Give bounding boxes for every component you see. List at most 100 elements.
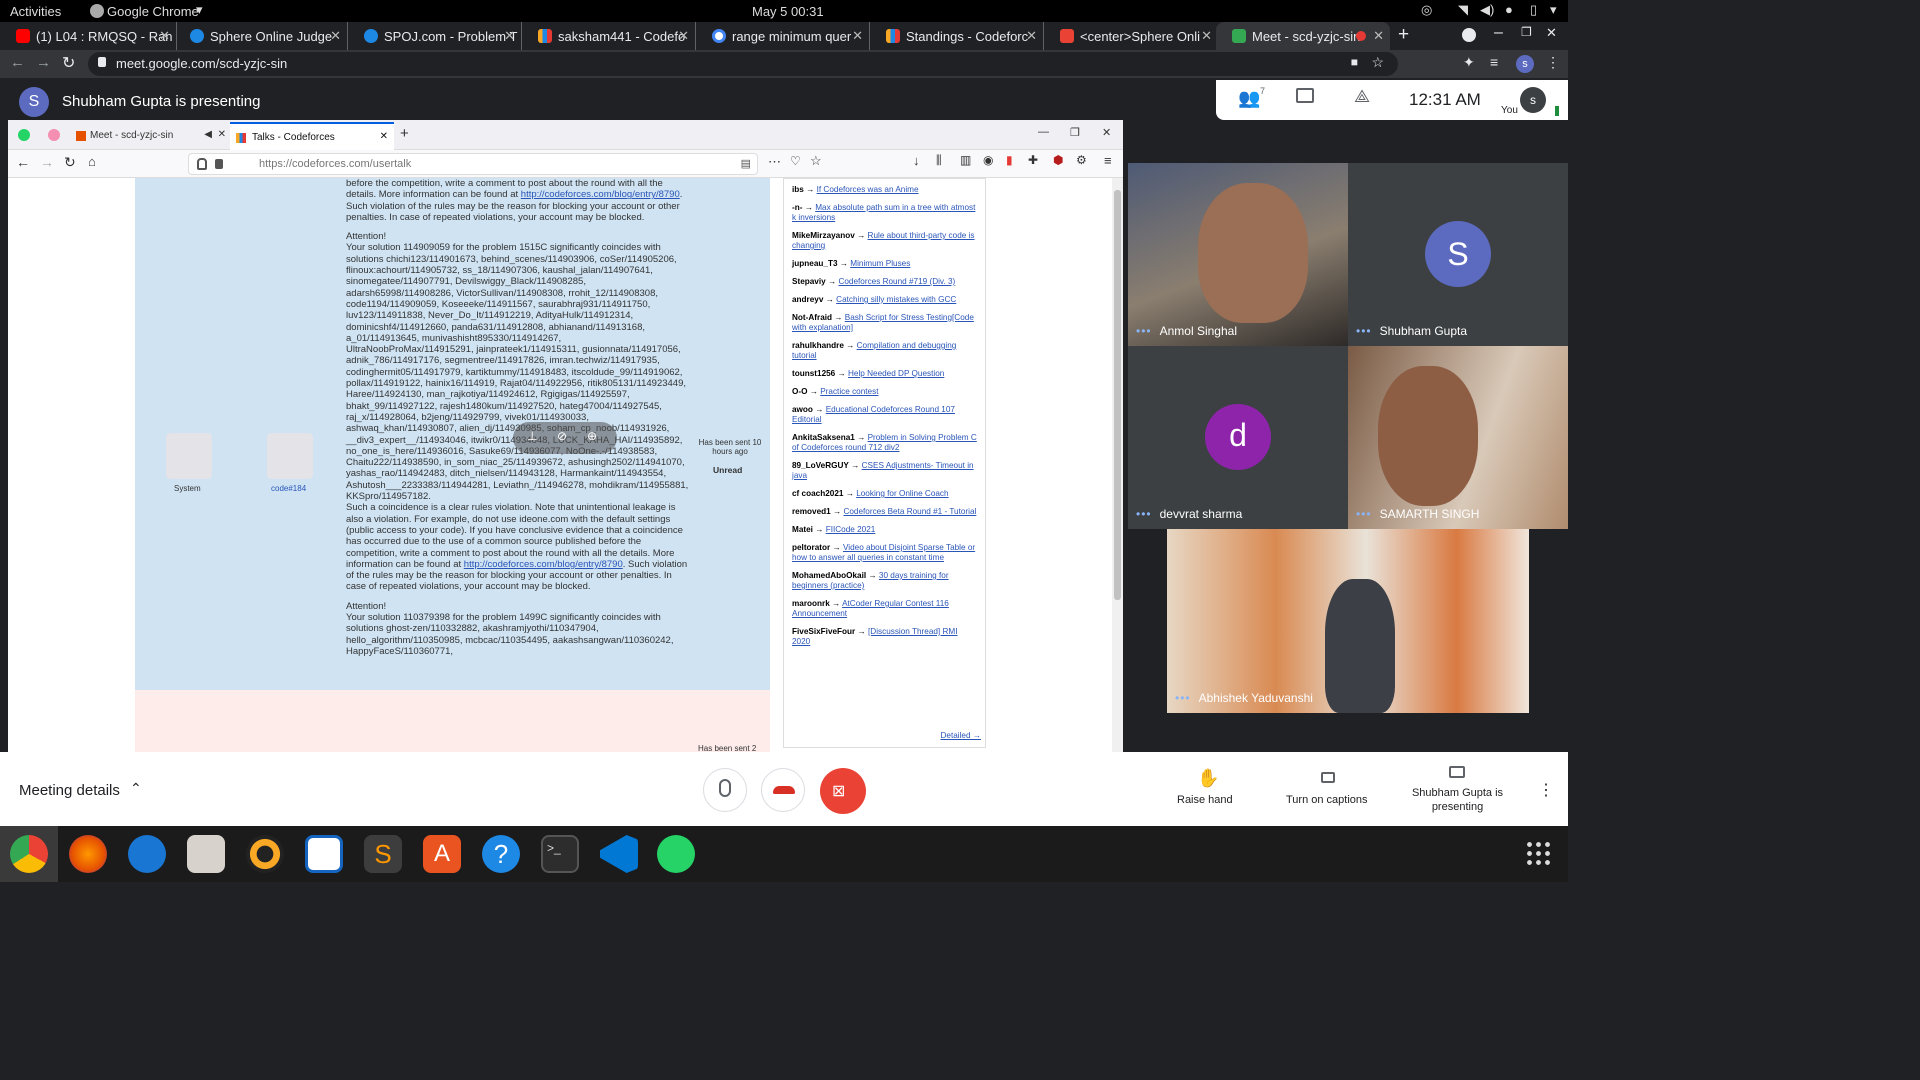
maximize-icon[interactable]: ❐ bbox=[1521, 25, 1532, 39]
ublock-icon[interactable]: ⬢ bbox=[1053, 153, 1063, 167]
activities-button[interactable]: Activities bbox=[10, 4, 61, 19]
more-icon[interactable]: ⋯ bbox=[768, 154, 781, 170]
library-icon[interactable]: ⫼ bbox=[936, 153, 942, 168]
bookmark-star-icon[interactable]: ☆ bbox=[810, 153, 822, 169]
recent-action-item[interactable]: Matei → FIICode 2021 bbox=[792, 525, 977, 535]
recent-action-title[interactable]: Codeforces Round #719 (Div. 3) bbox=[838, 277, 955, 286]
rhythmbox-icon[interactable] bbox=[246, 835, 284, 873]
ff-address-bar[interactable]: https://codeforces.com/usertalk ▤ bbox=[188, 153, 758, 175]
ff-tab-meet[interactable]: Meet - scd-yzjc-sin ◀ ✕ bbox=[72, 124, 228, 148]
ff-menu-icon[interactable]: ≡ bbox=[1104, 153, 1112, 168]
recent-action-user[interactable]: AnkitaSaksena1 bbox=[792, 433, 855, 442]
maximize-icon[interactable]: ❐ bbox=[1070, 126, 1080, 139]
recent-action-user[interactable]: 89_LoVeRGUY bbox=[792, 461, 849, 470]
scrollbar-thumb[interactable] bbox=[1114, 190, 1121, 600]
pinned-tab-icon[interactable] bbox=[48, 129, 60, 141]
firefox-icon[interactable] bbox=[69, 835, 107, 873]
recent-action-title[interactable]: Codeforces Beta Round #1 - Tutorial bbox=[843, 507, 976, 516]
recipient-user[interactable]: code#184 bbox=[271, 484, 306, 493]
back-icon[interactable]: ← bbox=[16, 154, 30, 170]
recent-action-user[interactable]: removed1 bbox=[792, 507, 831, 516]
recent-action-item[interactable]: Not-Afraid → Bash Script for Stress Test… bbox=[792, 313, 977, 333]
captions-button[interactable]: Turn on captions bbox=[1286, 794, 1368, 806]
chrome-menu-icon[interactable]: ⋮ bbox=[1546, 54, 1560, 71]
extension-icon[interactable]: ⚙ bbox=[1076, 153, 1087, 167]
minimize-icon[interactable]: – bbox=[1494, 24, 1503, 42]
account-icon[interactable]: ◉ bbox=[983, 153, 993, 167]
recent-action-user[interactable]: ibs bbox=[792, 185, 804, 194]
recent-action-item[interactable]: peltorator → Video about Disjoint Sparse… bbox=[792, 543, 977, 563]
more-options-icon[interactable]: ••• bbox=[1136, 507, 1152, 521]
recent-action-item[interactable]: 89_LoVeRGUY → CSES Adjustments- Timeout … bbox=[792, 461, 977, 481]
leave-call-button[interactable] bbox=[761, 768, 805, 812]
close-icon[interactable]: ✕ bbox=[1201, 28, 1212, 44]
raise-hand-button[interactable]: Raise hand bbox=[1177, 794, 1233, 806]
recent-action-item[interactable]: Stepaviy → Codeforces Round #719 (Div. 3… bbox=[792, 277, 977, 287]
recent-action-title[interactable]: Help Needed DP Question bbox=[848, 369, 944, 378]
people-icon[interactable]: 👥 bbox=[1238, 88, 1260, 109]
app-grid-icon[interactable] bbox=[1525, 840, 1551, 866]
recent-action-user[interactable]: FiveSixFiveFour bbox=[792, 627, 855, 636]
recent-action-user[interactable]: peltorator bbox=[792, 543, 830, 552]
tab-rmqsq[interactable]: (1) L04 : RMQSQ - Ran ✕ bbox=[0, 22, 177, 50]
recent-action-item[interactable]: -n- → Max absolute path sum in a tree wi… bbox=[792, 203, 977, 223]
recent-action-user[interactable]: awoo bbox=[792, 405, 813, 414]
forward-icon[interactable]: → bbox=[40, 154, 54, 170]
recent-action-title[interactable]: FIICode 2021 bbox=[826, 525, 876, 534]
bookmark-star-icon[interactable]: ☆ bbox=[1371, 54, 1384, 71]
clock[interactable]: May 5 00:31 bbox=[752, 4, 824, 19]
recent-action-item[interactable]: jupneau_T3 → Minimum Pluses bbox=[792, 259, 977, 269]
recent-action-item[interactable]: ibs → If Codeforces was an Anime bbox=[792, 185, 977, 195]
close-icon[interactable]: ✕ bbox=[1026, 28, 1037, 44]
camera-in-use-icon[interactable]: ■ bbox=[1351, 55, 1358, 69]
activities-icon[interactable]: ⟁ bbox=[1354, 86, 1370, 107]
participant-tile[interactable]: ••• SAMARTH SINGH bbox=[1348, 346, 1568, 529]
forward-icon[interactable]: → bbox=[36, 54, 51, 71]
recent-action-user[interactable]: andreyv bbox=[792, 295, 823, 304]
recent-action-title[interactable]: Looking for Online Coach bbox=[856, 489, 948, 498]
close-icon[interactable]: ✕ bbox=[1373, 28, 1384, 44]
whatsapp-tray-icon[interactable]: ◎ bbox=[1421, 2, 1432, 18]
recent-action-item[interactable]: awoo → Educational Codeforces Round 107 … bbox=[792, 405, 977, 425]
battery-icon[interactable]: ▯ bbox=[1530, 2, 1537, 18]
recent-action-item[interactable]: MohamedAboOkail → 30 days training for b… bbox=[792, 571, 977, 591]
tab-google-search[interactable]: range minimum quer ✕ bbox=[696, 22, 870, 50]
profile-avatar[interactable]: s bbox=[1516, 55, 1534, 73]
pocket-icon[interactable]: ♡ bbox=[790, 154, 801, 168]
tab-standings[interactable]: Standings - Codeforc ✕ bbox=[870, 22, 1044, 50]
self-avatar[interactable]: s bbox=[1520, 87, 1546, 113]
recent-action-user[interactable]: maroonrk bbox=[792, 599, 830, 608]
whatsapp-icon[interactable] bbox=[657, 835, 695, 873]
recent-action-user[interactable]: rahulkhandre bbox=[792, 341, 844, 350]
speaker-icon[interactable]: ◀ bbox=[204, 129, 212, 140]
tab-spoj-problem[interactable]: SPOJ.com - Problem T ✕ bbox=[348, 22, 522, 50]
mic-tray-icon[interactable]: ● bbox=[1505, 2, 1513, 17]
minimize-icon[interactable]: — bbox=[1038, 126, 1049, 138]
more-options-icon[interactable]: ⋮ bbox=[1538, 780, 1554, 800]
extension-icon[interactable]: ▮ bbox=[1006, 153, 1013, 167]
close-icon[interactable]: ✕ bbox=[380, 131, 388, 142]
system-menu-icon[interactable]: ▾ bbox=[1550, 2, 1557, 18]
volume-icon[interactable]: ◀) bbox=[1480, 2, 1494, 18]
chat-icon[interactable] bbox=[1296, 88, 1314, 103]
more-options-icon[interactable]: ••• bbox=[1175, 691, 1191, 705]
recent-action-item[interactable]: rahulkhandre → Compilation and debugging… bbox=[792, 341, 977, 361]
close-icon[interactable]: ✕ bbox=[218, 129, 226, 140]
recent-action-item[interactable]: FiveSixFiveFour → [Discussion Thread] RM… bbox=[792, 627, 977, 647]
recent-action-user[interactable]: MohamedAboOkail bbox=[792, 571, 866, 580]
recent-action-title[interactable]: Max absolute path sum in a tree with atm… bbox=[792, 203, 975, 222]
files-icon[interactable] bbox=[187, 835, 225, 873]
thunderbird-icon[interactable] bbox=[128, 835, 166, 873]
close-icon[interactable]: ✕ bbox=[678, 28, 689, 44]
tab-spoj[interactable]: Sphere Online Judge ✕ bbox=[174, 22, 348, 50]
back-icon[interactable]: ← bbox=[10, 54, 25, 71]
reload-icon[interactable]: ↻ bbox=[62, 53, 75, 73]
close-icon[interactable]: ✕ bbox=[852, 28, 863, 44]
present-now-button[interactable]: Shubham Gupta is presenting bbox=[1410, 786, 1505, 814]
camera-button[interactable]: ⊠ bbox=[820, 768, 866, 814]
recent-action-item[interactable]: AnkitaSaksena1 → Problem in Solving Prob… bbox=[792, 433, 977, 453]
pin-icon[interactable]: ⊥ bbox=[527, 429, 537, 443]
participant-tile[interactable]: ••• Anmol Singhal bbox=[1128, 163, 1348, 346]
recent-action-item[interactable]: tounst1256 → Help Needed DP Question bbox=[792, 369, 977, 379]
close-icon[interactable]: ✕ bbox=[504, 28, 515, 44]
